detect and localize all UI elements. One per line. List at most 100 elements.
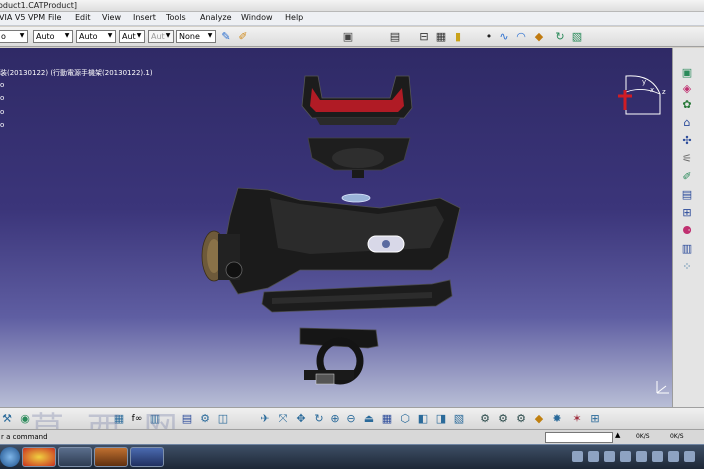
- explode-icon[interactable]: ✸: [550, 412, 564, 426]
- camera-icon[interactable]: ▣: [341, 30, 355, 44]
- status-bar: r a command ▲ 0K/S 0K/S: [0, 429, 704, 444]
- chrome-taskbar-button[interactable]: [22, 447, 56, 467]
- chart-icon[interactable]: ▥: [148, 412, 162, 426]
- tray-icon[interactable]: [652, 451, 663, 462]
- rotate-icon[interactable]: ↻: [312, 412, 326, 426]
- combo-value: Auto: [79, 32, 98, 41]
- brush-icon[interactable]: ✎: [219, 30, 233, 44]
- table-icon[interactable]: ▦: [434, 30, 448, 44]
- wrench-icon[interactable]: ⚒: [0, 412, 14, 426]
- painter-icon[interactable]: ✐: [236, 30, 250, 44]
- tree-icon[interactable]: ⚙: [198, 412, 212, 426]
- tray-icon[interactable]: [572, 451, 583, 462]
- frame-icon[interactable]: ⌂: [679, 116, 695, 130]
- command-prompt: r a command: [1, 433, 48, 441]
- command-input[interactable]: [545, 432, 613, 443]
- sheet-icon[interactable]: ▧: [570, 30, 584, 44]
- point-type-combo[interactable]: Aut ▼: [119, 30, 145, 43]
- line-weight-combo[interactable]: Auto ▼: [76, 30, 116, 43]
- battery-icon[interactable]: ▮: [451, 30, 465, 44]
- pan-icon[interactable]: ✥: [294, 412, 308, 426]
- cube-icon[interactable]: ▣: [679, 66, 695, 80]
- compass-axis-x: x: [650, 86, 654, 94]
- zoom-in-icon[interactable]: ⊕: [328, 412, 342, 426]
- start-button[interactable]: [0, 447, 20, 467]
- layer-combo[interactable]: None ▼: [176, 30, 216, 43]
- sheet-icon[interactable]: ▥: [679, 242, 695, 256]
- spring-icon[interactable]: ⚟: [679, 152, 695, 166]
- menu-edit[interactable]: Edit: [75, 13, 91, 22]
- menu-help[interactable]: Help: [285, 13, 303, 22]
- tray-icon[interactable]: [668, 451, 679, 462]
- swap-icon[interactable]: ▧: [452, 412, 466, 426]
- chevron-down-icon: ▼: [207, 32, 213, 39]
- rotate-icon[interactable]: ↻: [553, 30, 567, 44]
- combo-value: Aut: [122, 32, 136, 41]
- menu-tools[interactable]: Tools: [166, 13, 186, 22]
- compass-widget[interactable]: y z x: [612, 66, 672, 126]
- menu-app[interactable]: VIA V5 VPM: [0, 13, 45, 22]
- menu-insert[interactable]: Insert: [133, 13, 156, 22]
- app-taskbar-button[interactable]: [130, 447, 164, 467]
- menu-analyze[interactable]: Analyze: [200, 13, 232, 22]
- fill-color-combo[interactable]: o ▼: [0, 30, 28, 43]
- zoom-out-icon[interactable]: ⊖: [344, 412, 358, 426]
- doc-icon[interactable]: ▤: [180, 412, 194, 426]
- pencil-icon[interactable]: ✐: [679, 170, 695, 184]
- gear-icon[interactable]: ⚙: [514, 412, 528, 426]
- clash-icon[interactable]: ✶: [570, 412, 584, 426]
- tray-icon[interactable]: [636, 451, 647, 462]
- tray-icon[interactable]: [620, 451, 631, 462]
- gear-icon[interactable]: ✿: [679, 98, 695, 112]
- assembly-icon[interactable]: ◆: [532, 412, 546, 426]
- document-icon[interactable]: ▤: [388, 30, 402, 44]
- net-speed-down: 0K/S: [670, 433, 684, 440]
- gear-icon[interactable]: ⚙: [496, 412, 510, 426]
- menu-view[interactable]: View: [102, 13, 121, 22]
- line-type-combo[interactable]: Auto ▼: [33, 30, 73, 43]
- app-taskbar-button[interactable]: [58, 447, 92, 467]
- net-speed-up: 0K/S: [636, 433, 650, 440]
- dots-icon[interactable]: ⁘: [679, 260, 695, 274]
- main-body-part: [201, 187, 461, 295]
- grid-icon[interactable]: ▦: [112, 412, 126, 426]
- move-icon[interactable]: ✈: [258, 412, 272, 426]
- layers-icon[interactable]: ◫: [216, 412, 230, 426]
- dot-icon[interactable]: •: [482, 30, 496, 44]
- right-toolbar: ▣ ◈ ✿ ⌂ ✣ ⚟ ✐ ▤ ⊞ ⚈ ▥ ⁘: [672, 48, 704, 407]
- multi-view-icon[interactable]: ▦: [380, 412, 394, 426]
- render-icon[interactable]: ◧: [416, 412, 430, 426]
- 3d-viewport[interactable]: 装(20130122) (行動電源手機架(20130122).1) o o o …: [0, 48, 672, 407]
- gear-icon[interactable]: ⚙: [478, 412, 492, 426]
- tray-icon[interactable]: [684, 451, 695, 462]
- surface-icon[interactable]: ◆: [532, 30, 546, 44]
- combo-value: Auto: [36, 32, 55, 41]
- middle-clamp-part: [307, 137, 411, 178]
- cube-view-icon[interactable]: ⬡: [398, 412, 412, 426]
- chevron-down-icon: ▼: [64, 32, 70, 39]
- section-icon[interactable]: ⊞: [588, 412, 602, 426]
- eye-icon[interactable]: ◉: [18, 412, 32, 426]
- menu-window[interactable]: Window: [241, 13, 273, 22]
- hide-icon[interactable]: ◨: [434, 412, 448, 426]
- normal-view-icon[interactable]: ⏏: [362, 412, 376, 426]
- bracket-icon[interactable]: ⊟: [417, 30, 431, 44]
- curve-icon[interactable]: ∿: [497, 30, 511, 44]
- transparency-combo[interactable]: Aut ▼: [148, 30, 174, 43]
- fx-icon[interactable]: f∞: [130, 412, 144, 426]
- table-icon[interactable]: ▤: [679, 188, 695, 202]
- combo-value: None: [179, 32, 200, 41]
- app-taskbar-button[interactable]: [94, 447, 128, 467]
- tray-icon[interactable]: [604, 451, 615, 462]
- cube-icon[interactable]: ◈: [679, 82, 695, 96]
- chevron-down-icon: ▼: [136, 32, 142, 39]
- arc-icon[interactable]: ◠: [514, 30, 528, 44]
- dimension-icon[interactable]: ✣: [679, 134, 695, 148]
- menu-file[interactable]: File: [48, 13, 61, 22]
- fit-icon[interactable]: ⤧: [276, 412, 290, 426]
- pin-icon[interactable]: ⚈: [679, 224, 695, 238]
- exploded-model: [201, 75, 461, 385]
- handlebar-mount-part: [299, 327, 379, 385]
- tray-icon[interactable]: [588, 451, 599, 462]
- link-icon[interactable]: ⊞: [679, 206, 695, 220]
